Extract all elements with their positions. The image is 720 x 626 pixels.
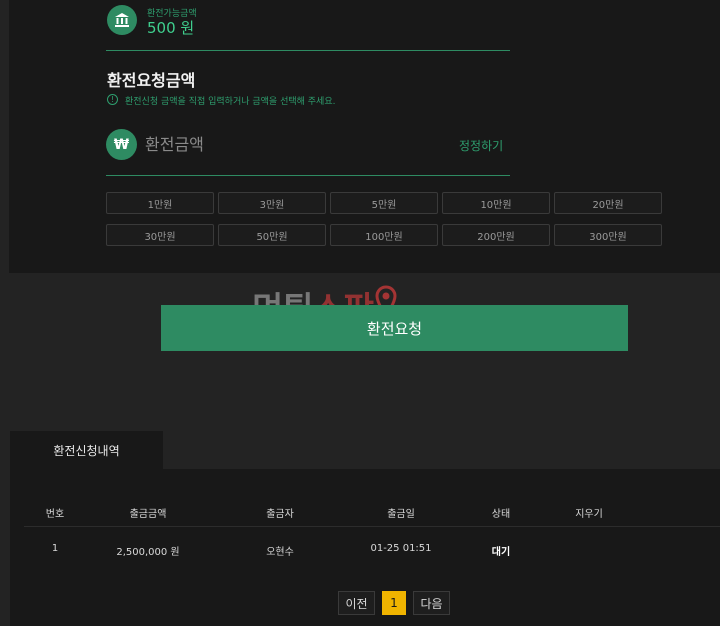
notice-text: 환전신청 금액을 직접 입력하거나 금액을 선택해 주세요. bbox=[125, 97, 336, 107]
section-title: 환전요청금액 bbox=[107, 71, 196, 90]
table-cell-name: 오현수 bbox=[266, 547, 294, 558]
amount-button-300k[interactable]: 30만원 bbox=[106, 224, 214, 246]
withdraw-request-button[interactable]: 환전요청 bbox=[161, 305, 628, 351]
amount-button-3m[interactable]: 300만원 bbox=[554, 224, 662, 246]
divider bbox=[106, 50, 510, 51]
status-badge: 대기 bbox=[491, 547, 511, 558]
won-icon: ₩ bbox=[106, 129, 137, 160]
amount-button-10k[interactable]: 1만원 bbox=[106, 192, 214, 214]
table-cell-date: 01-25 01:51 bbox=[370, 543, 432, 554]
divider bbox=[106, 175, 510, 176]
divider bbox=[24, 526, 720, 527]
amount-button-500k[interactable]: 50만원 bbox=[218, 224, 326, 246]
correct-button[interactable]: 정정하기 bbox=[459, 137, 503, 154]
amount-button-200k[interactable]: 20만원 bbox=[554, 192, 662, 214]
page-button-current[interactable]: 1 bbox=[382, 591, 406, 615]
amount-button-100k[interactable]: 10만원 bbox=[442, 192, 550, 214]
table-header: 출금자 bbox=[266, 509, 294, 520]
balance-value: 500 원 bbox=[147, 19, 195, 37]
amount-button-30k[interactable]: 3만원 bbox=[218, 192, 326, 214]
prev-page-button[interactable]: 이전 bbox=[338, 591, 375, 615]
table-header: 지우기 bbox=[575, 509, 603, 520]
table-header: 출금금액 bbox=[129, 509, 167, 520]
info-icon: ! bbox=[107, 94, 118, 105]
table-header: 번호 bbox=[45, 509, 65, 520]
amount-button-1m[interactable]: 100만원 bbox=[330, 224, 438, 246]
table-cell-amount: 2,500,000 원 bbox=[116, 547, 180, 558]
amount-input[interactable] bbox=[145, 130, 445, 158]
amount-button-50k[interactable]: 5만원 bbox=[330, 192, 438, 214]
table-header: 출금일 bbox=[387, 509, 415, 520]
table-header: 상태 bbox=[491, 509, 511, 520]
table-cell-no: 1 bbox=[51, 543, 59, 554]
amount-button-2m[interactable]: 200만원 bbox=[442, 224, 550, 246]
bank-icon bbox=[107, 5, 137, 35]
tab-withdraw-history[interactable]: 환전신청내역 bbox=[10, 431, 163, 469]
next-page-button[interactable]: 다음 bbox=[413, 591, 450, 615]
